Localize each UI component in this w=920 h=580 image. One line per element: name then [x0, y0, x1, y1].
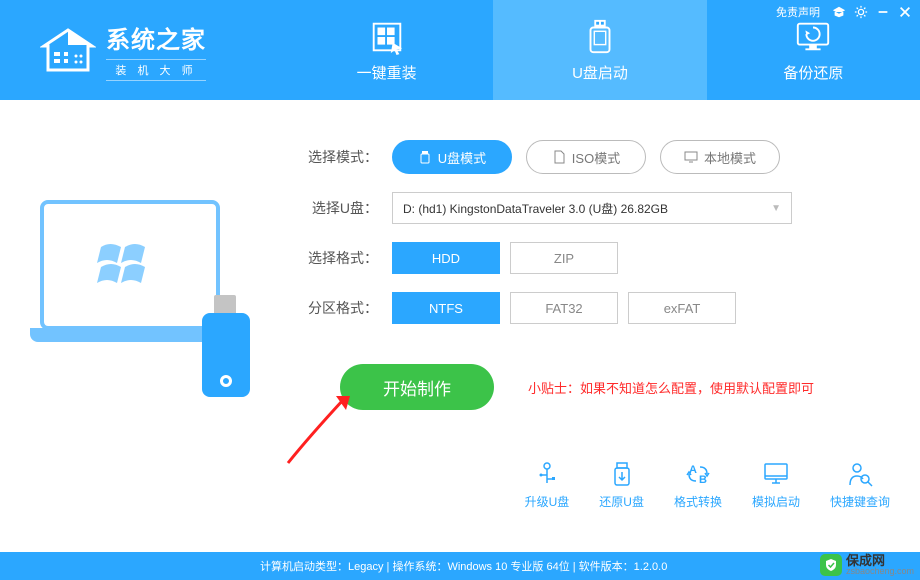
grad-cap-icon[interactable]: [832, 5, 846, 19]
monitor-icon: [763, 461, 789, 487]
person-search-icon: [847, 461, 873, 487]
monitor-small-icon: [684, 150, 698, 164]
tool-label: 升级U盘: [525, 493, 570, 510]
minimize-icon[interactable]: [876, 5, 890, 19]
partition-ntfs-button[interactable]: NTFS: [392, 292, 500, 324]
logo-title: 系统之家: [106, 20, 206, 55]
tool-label: 模拟启动: [752, 493, 800, 510]
watermark-url: zsbaocheng.com: [846, 567, 914, 576]
tab-label: 一键重装: [357, 62, 417, 83]
tool-label: 还原U盘: [599, 493, 644, 510]
tool-label: 快捷键查询: [830, 493, 890, 510]
usb-select-value: D: (hd1) KingstonDataTraveler 3.0 (U盘) 2…: [403, 200, 668, 217]
mode-label-text: U盘模式: [438, 148, 486, 167]
close-icon[interactable]: [898, 5, 912, 19]
mode-iso-button[interactable]: ISO模式: [526, 140, 646, 174]
gear-icon[interactable]: [854, 5, 868, 19]
start-create-button[interactable]: 开始制作: [340, 364, 494, 410]
mode-label-text: 本地模式: [704, 148, 756, 167]
usb-icon: [581, 18, 619, 56]
tool-label: 格式转换: [674, 493, 722, 510]
tool-restore-usb[interactable]: 还原U盘: [599, 461, 644, 510]
illustration: [30, 200, 250, 400]
mode-label-text: ISO模式: [572, 148, 620, 167]
mode-local-button[interactable]: 本地模式: [660, 140, 780, 174]
tab-label: 备份还原: [783, 62, 843, 83]
svg-text:B: B: [699, 474, 707, 486]
tool-format-convert[interactable]: AB 格式转换: [674, 461, 722, 510]
chevron-down-icon: ▼: [771, 203, 781, 214]
tip-text: 小贴士：如果不知道怎么配置，使用默认配置即可: [528, 378, 814, 397]
tool-simulate-boot[interactable]: 模拟启动: [752, 461, 800, 510]
footer-text: 计算机启动类型：Legacy | 操作系统：Windows 10 专业版 64位…: [260, 558, 667, 574]
logo-house-icon: [40, 26, 96, 74]
format-label: 选择格式：: [300, 248, 378, 268]
usb-small-icon: [418, 150, 432, 164]
format-zip-button[interactable]: ZIP: [510, 242, 618, 274]
logo-area: 系统之家 装 机 大 师: [0, 0, 280, 100]
logo-subtitle: 装 机 大 师: [106, 59, 206, 81]
mode-usb-button[interactable]: U盘模式: [392, 140, 512, 174]
format-hdd-button[interactable]: HDD: [392, 242, 500, 274]
mode-label: 选择模式：: [300, 147, 378, 167]
monitor-refresh-icon: [794, 18, 832, 56]
tab-reinstall[interactable]: 一键重装: [280, 0, 493, 100]
footer-status-bar: 计算机启动类型：Legacy | 操作系统：Windows 10 专业版 64位…: [0, 552, 920, 580]
usb-select-label: 选择U盘：: [300, 198, 378, 218]
partition-fat32-button[interactable]: FAT32: [510, 292, 618, 324]
usb-restore-icon: [609, 461, 635, 487]
windows-logo-icon: [95, 235, 165, 295]
partition-exfat-button[interactable]: exFAT: [628, 292, 736, 324]
convert-icon: AB: [685, 461, 711, 487]
tab-usb-boot[interactable]: U盘启动: [493, 0, 706, 100]
tool-hotkey-lookup[interactable]: 快捷键查询: [830, 461, 890, 510]
tab-label: U盘启动: [572, 62, 628, 83]
shield-check-icon: [820, 554, 842, 576]
watermark: 保成网 zsbaocheng.com: [820, 554, 914, 576]
partition-label: 分区格式：: [300, 298, 378, 318]
usb-up-icon: [534, 461, 560, 487]
disclaimer-link[interactable]: 免责声明: [776, 4, 820, 20]
tool-upgrade-usb[interactable]: 升级U盘: [525, 461, 570, 510]
windows-cursor-icon: [368, 18, 406, 56]
usb-select-dropdown[interactable]: D: (hd1) KingstonDataTraveler 3.0 (U盘) 2…: [392, 192, 792, 224]
file-icon: [552, 150, 566, 164]
